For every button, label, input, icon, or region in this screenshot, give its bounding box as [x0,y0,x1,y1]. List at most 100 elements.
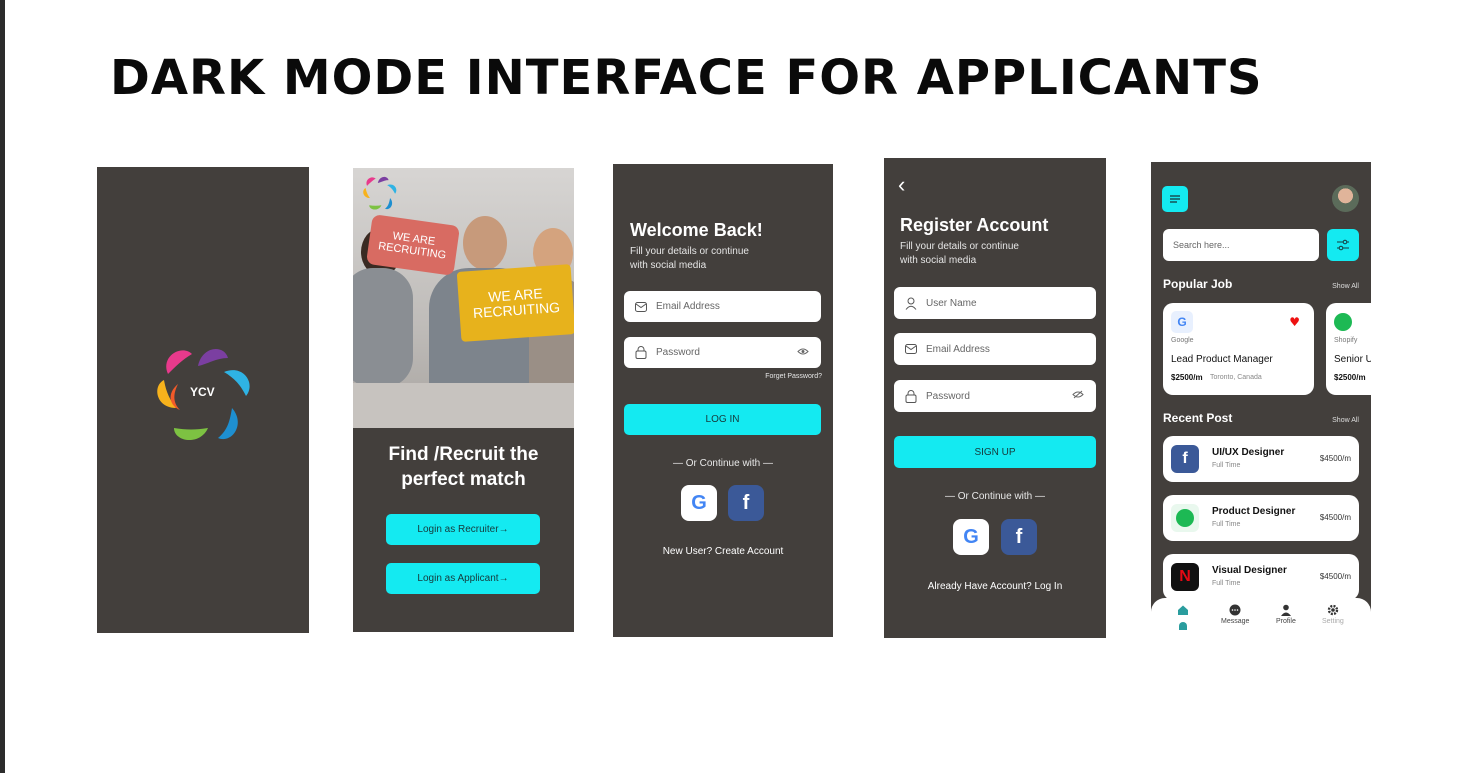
facebook-logo-icon: f [1171,445,1199,473]
password-field[interactable]: Password [624,337,821,368]
login-subtitle-1: Fill your details or continue [630,246,749,257]
filter-button[interactable] [1327,229,1359,261]
register-title: Register Account [900,215,1049,235]
job-salary: $2500/m [1334,373,1366,382]
login-button[interactable]: LOG IN [624,404,821,435]
login-applicant-button[interactable]: Login as Applicant→ [386,563,540,594]
spotify-logo-icon [1334,313,1352,331]
post-title: Product Designer [1212,506,1296,517]
login-recruiter-button[interactable]: Login as Recruiter→ [386,514,540,545]
nav-message-label: Message [1221,618,1250,625]
back-icon[interactable]: ‹ [898,172,905,198]
eye-icon[interactable] [797,347,809,358]
job-company: Google [1171,337,1194,344]
message-icon [1229,604,1241,616]
ycv-small-logo-icon [363,176,397,210]
show-all-recent[interactable]: Show All [1332,417,1359,424]
sign-left-text: WE ARE RECRUITING [377,230,447,262]
gear-icon [1327,604,1339,616]
netflix-logo-icon: N [1171,563,1199,591]
spotify-logo-icon [1171,504,1199,532]
menu-icon [1170,195,1180,203]
left-edge-bar [0,0,5,773]
post-salary: $4500/m [1319,454,1351,463]
show-all-popular[interactable]: Show All [1332,283,1359,290]
job-title: Senior U [1334,354,1371,365]
post-type: Full Time [1212,580,1241,587]
lock-icon [634,346,648,360]
onboarding-headline-1: Find /Recruit the [388,444,539,465]
nav-home[interactable] [1177,604,1189,630]
nav-profile[interactable]: Profile [1276,604,1296,625]
register-email-field[interactable]: Email Address [894,333,1096,365]
post-salary: $4500/m [1319,513,1351,522]
register-password-placeholder: Password [926,390,970,402]
slide-title: DARK MODE INTERFACE FOR APPLICANTS [110,50,1263,106]
register-subtitle-1: Fill your details or continue [900,241,1019,252]
email-placeholder: Email Address [656,301,720,312]
nav-setting-label: Setting [1322,618,1344,625]
facebook-login-button[interactable]: f [728,485,764,521]
facebook-icon: f [1015,525,1023,548]
register-facebook-button[interactable]: f [1001,519,1037,555]
post-salary: $4500/m [1319,572,1351,581]
search-placeholder: Search here... [1173,240,1230,250]
splash-screen: YCV [97,167,309,633]
list-item[interactable]: N Visual Designer Full Time $4500/m [1163,554,1359,600]
search-input[interactable]: Search here... [1163,229,1319,261]
password-placeholder: Password [656,347,700,358]
signup-button[interactable]: SIGN UP [894,436,1096,468]
recent-post-title: Recent Post [1163,411,1233,425]
recruiting-photo: WE ARE RECRUITING WE ARE RECRUITING [353,168,574,428]
list-item[interactable]: Product Designer Full Time $4500/m [1163,495,1359,541]
post-type: Full Time [1212,462,1241,469]
google-login-button[interactable]: G [681,485,717,521]
register-google-button[interactable]: G [953,519,989,555]
popular-job-card[interactable]: G ♥ Google Lead Product Manager $2500/m … [1163,303,1314,395]
username-field[interactable]: User Name [894,287,1096,319]
sign-right-text: WE ARE RECRUITING [472,284,561,322]
username-placeholder: User Name [926,297,977,309]
sign-right: WE ARE RECRUITING [456,264,574,342]
mail-icon [904,342,918,356]
register-screen: ‹ Register Account Fill your details or … [884,158,1106,638]
popular-job-title: Popular Job [1163,277,1233,291]
filter-icon [1337,239,1349,251]
register-password-field[interactable]: Password [894,380,1096,412]
create-account-link[interactable]: New User? Create Account [613,546,833,557]
home-screen: Search here... Popular Job Show All G ♥ … [1151,162,1371,639]
nav-setting[interactable]: Setting [1322,604,1344,625]
google-icon: G [691,491,707,514]
ycv-logo-text: YCV [190,385,215,399]
post-type: Full Time [1212,521,1241,528]
login-title: Welcome Back! [630,220,763,240]
google-logo-icon: G [1171,311,1193,333]
heart-icon[interactable]: ♥ [1289,315,1300,329]
job-company: Shopify [1334,337,1358,344]
bottom-nav: Message Profile Setting [1151,598,1371,639]
register-email-placeholder: Email Address [926,343,990,355]
login-link[interactable]: Already Have Account? Log In [884,581,1106,592]
email-field[interactable]: Email Address [624,291,821,322]
register-subtitle-2: with social media [900,255,977,266]
login-subtitle-2: with social media [630,260,707,271]
list-item[interactable]: f UI/UX Designer Full Time $4500/m [1163,436,1359,482]
menu-button[interactable] [1162,186,1188,212]
nav-message[interactable]: Message [1221,604,1249,625]
avatar[interactable] [1332,185,1359,212]
nav-profile-label: Profile [1276,618,1296,625]
profile-icon [1280,604,1291,616]
onboarding-screen: WE ARE RECRUITING WE ARE RECRUITING Find… [353,168,574,632]
popular-job-card[interactable]: Shopify Senior U $2500/m [1326,303,1371,395]
facebook-icon: f [742,491,750,514]
forgot-password-link[interactable]: Forget Password? [765,373,822,380]
lock-icon [904,389,918,403]
login-screen: Welcome Back! Fill your details or conti… [613,164,833,637]
user-icon [904,296,918,310]
post-title: Visual Designer [1212,565,1287,576]
job-location: Toronto, Canada [1210,374,1262,381]
job-title: Lead Product Manager [1171,354,1273,365]
mail-icon [634,300,648,314]
eye-off-icon[interactable] [1072,390,1084,402]
google-icon: G [963,525,979,548]
